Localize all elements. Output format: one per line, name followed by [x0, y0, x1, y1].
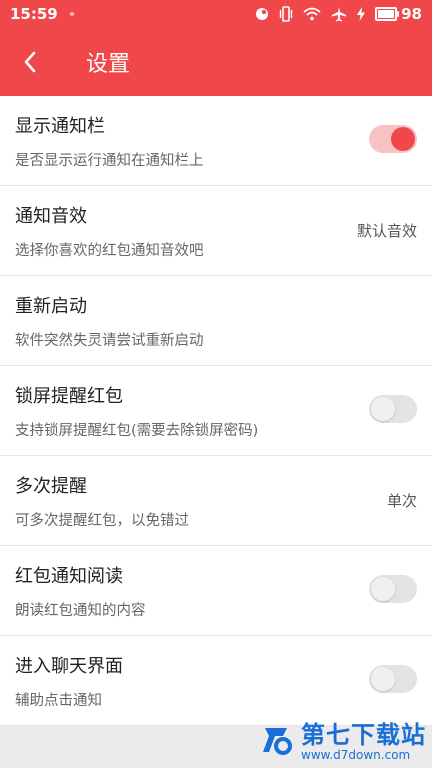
notification-icon: [256, 8, 269, 20]
setting-title: 红包通知阅读: [15, 566, 123, 587]
app-header: 15:59 98 设置: [0, 0, 432, 96]
setting-subtitle: 软件突然失灵请尝试重新启动: [15, 333, 204, 349]
settings-row[interactable]: 进入聊天界面辅助点击通知: [0, 636, 432, 726]
settings-row[interactable]: 重新启动软件突然失灵请尝试重新启动: [0, 276, 432, 366]
setting-subtitle: 选择你喜欢的红包通知音效吧: [15, 243, 204, 259]
setting-title: 进入聊天界面: [15, 656, 123, 677]
setting-subtitle: 辅助点击通知: [15, 693, 102, 709]
watermark-text: 第七下载站 www.d7down.com: [301, 715, 426, 762]
battery-indicator: 98: [375, 5, 422, 23]
vibrate-icon: [279, 6, 293, 22]
setting-title: 通知音效: [15, 206, 87, 227]
back-button[interactable]: [0, 28, 60, 96]
settings-list: 显示通知栏是否显示运行通知在通知栏上通知音效选择你喜欢的红包通知音效吧 默认音效重…: [0, 96, 432, 726]
setting-subtitle: 支持锁屏提醒红包(需要去除锁屏密码): [15, 423, 259, 439]
settings-row[interactable]: 红包通知阅读朗读红包通知的内容: [0, 546, 432, 636]
toolbar: 设置: [0, 28, 432, 96]
watermark-title: 第七下载站: [301, 721, 426, 749]
toggle-switch[interactable]: [369, 575, 417, 603]
airplane-icon: [332, 7, 347, 22]
status-bar: 15:59 98: [0, 0, 432, 28]
setting-value: 默认音效: [356, 222, 417, 240]
charging-icon: [357, 7, 366, 21]
status-icons: 98: [255, 5, 422, 23]
settings-row[interactable]: 锁屏提醒红包支持锁屏提醒红包(需要去除锁屏密码): [0, 366, 432, 456]
setting-title: 重新启动: [15, 296, 87, 317]
setting-title: 锁屏提醒红包: [15, 386, 123, 407]
chevron-left-icon: [24, 51, 36, 73]
watermark-logo-icon: [263, 727, 292, 755]
battery-icon: [375, 7, 400, 21]
setting-subtitle: 朗读红包通知的内容: [15, 603, 146, 619]
toggle-knob: [371, 667, 395, 691]
toggle-knob: [391, 127, 415, 151]
toggle-knob: [371, 577, 395, 601]
settings-row[interactable]: 显示通知栏是否显示运行通知在通知栏上: [0, 96, 432, 186]
wifi-icon: [303, 7, 321, 21]
toggle-switch[interactable]: [369, 395, 417, 423]
toggle-switch[interactable]: [369, 125, 417, 153]
toggle-switch[interactable]: [369, 665, 417, 693]
setting-subtitle: 是否显示运行通知在通知栏上: [15, 153, 204, 169]
battery-fill: [378, 10, 395, 18]
page-title: 设置: [86, 52, 131, 77]
setting-title: 显示通知栏: [15, 116, 105, 137]
setting-title: 多次提醒: [15, 476, 87, 497]
battery-level: 98: [401, 5, 422, 23]
watermark: 第七下载站 www.d7down.com: [261, 715, 426, 762]
status-time: 15:59: [10, 5, 58, 23]
setting-subtitle: 可多次提醒红包，以免错过: [15, 513, 189, 529]
settings-row[interactable]: 多次提醒可多次提醒红包，以免错过 单次: [0, 456, 432, 546]
status-dot: [69, 12, 74, 16]
toggle-knob: [371, 397, 395, 421]
setting-value: 单次: [386, 492, 417, 510]
settings-row[interactable]: 通知音效选择你喜欢的红包通知音效吧 默认音效: [0, 186, 432, 276]
watermark-url: www.d7down.com: [301, 748, 411, 762]
